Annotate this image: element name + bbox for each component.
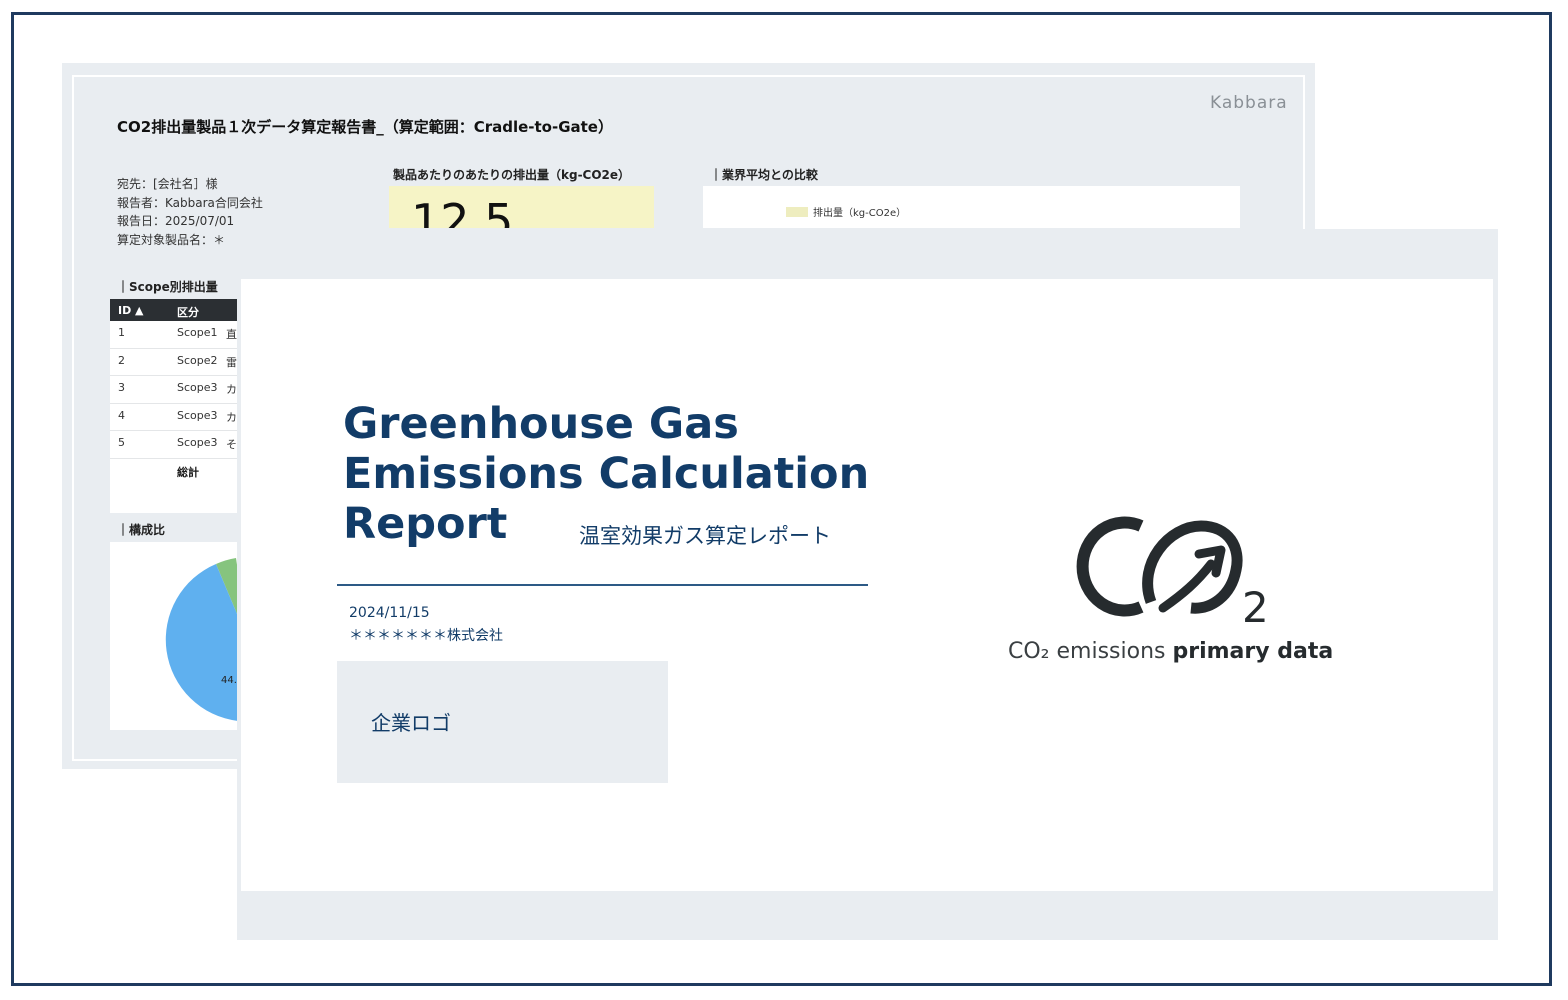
report-title: CO2排出量製品１次データ算定報告書_（算定範囲：Cradle-to-Gate） bbox=[117, 118, 613, 136]
table-header[interactable]: ID ▲ 区分 bbox=[110, 299, 238, 321]
title-divider bbox=[337, 584, 868, 586]
total-label: 総計 bbox=[177, 465, 199, 479]
cover-content: Greenhouse Gas Emissions Calculation Rep… bbox=[241, 279, 1493, 891]
table-total-row: 総計 bbox=[110, 458, 238, 485]
cell-scope: Scope3 bbox=[177, 436, 218, 450]
pie-data-label: 44. bbox=[221, 675, 237, 686]
scope-table: ID ▲ 区分 1 Scope1 直 2 Scope2 雷 3 Scope3 カ… bbox=[110, 299, 238, 513]
tagline-prefix: CO₂ emissions bbox=[1008, 639, 1173, 664]
column-header-category[interactable]: 区分 bbox=[177, 304, 199, 320]
cell-id: 4 bbox=[118, 408, 125, 422]
recipient-line: 宛先：[会社名］様 bbox=[117, 177, 218, 191]
comparison-chart: 排出量（kg-CO2e） bbox=[703, 186, 1240, 228]
composition-pie-chart: 44. bbox=[110, 542, 238, 730]
legend-swatch bbox=[786, 207, 808, 217]
company-logo-placeholder: 企業ロゴ bbox=[337, 661, 668, 783]
composition-label: ｜構成比 bbox=[117, 523, 166, 537]
cell-scope: Scope2 bbox=[177, 353, 218, 367]
brand-logo-text: Kabbara bbox=[1210, 93, 1288, 113]
cover-title-line-2: Emissions Calculation bbox=[343, 449, 870, 499]
logo-placeholder-label: 企業ロゴ bbox=[371, 711, 451, 735]
table-row: 1 Scope1 直 bbox=[110, 321, 238, 349]
cover-company: ＊＊＊＊＊＊＊株式会社 bbox=[349, 628, 503, 644]
cell-category: カ bbox=[226, 383, 237, 397]
cell-category: そ bbox=[226, 438, 237, 452]
report-date-line: 報告日：2025/07/01 bbox=[117, 214, 235, 228]
cell-category: 雷 bbox=[226, 355, 237, 369]
cell-category: カ bbox=[226, 410, 237, 424]
table-row: 4 Scope3 カ bbox=[110, 403, 238, 432]
comparison-label: ｜業界平均との比較 bbox=[710, 168, 818, 182]
cell-scope: Scope3 bbox=[177, 381, 218, 395]
cell-id: 2 bbox=[118, 353, 125, 367]
table-row: 3 Scope3 カ bbox=[110, 376, 238, 404]
kpi-label: 製品あたりのあたりの排出量（kg-CO2e） bbox=[393, 168, 631, 182]
table-row: 5 Scope3 そ bbox=[110, 431, 238, 459]
cell-id: 5 bbox=[118, 436, 125, 450]
table-row: 2 Scope2 雷 bbox=[110, 348, 238, 377]
cell-scope: Scope3 bbox=[177, 408, 218, 422]
legend-label: 排出量（kg-CO2e） bbox=[813, 208, 907, 219]
co2-letter-o bbox=[1142, 520, 1243, 614]
co2-logo-icon: 2 bbox=[1076, 516, 1269, 632]
cell-id: 3 bbox=[118, 381, 125, 395]
cover-title-japanese: 温室効果ガス算定レポート bbox=[579, 524, 831, 548]
cell-id: 1 bbox=[118, 326, 125, 339]
co2-arrow-shaft bbox=[1158, 559, 1216, 613]
cell-category: 直 bbox=[226, 328, 237, 341]
pie-svg: 44. bbox=[165, 558, 238, 721]
tagline-bold: primary data bbox=[1172, 639, 1334, 664]
reporter-line: 報告者：Kabbara合同会社 bbox=[117, 195, 263, 210]
kpi-card: 12.5 bbox=[389, 186, 654, 228]
cover-title-line-1: Greenhouse Gas bbox=[343, 399, 739, 449]
co2-subscript: 2 bbox=[1242, 583, 1269, 632]
scope-label: ｜Scope別排出量 bbox=[117, 280, 218, 294]
co2-letter-c bbox=[1076, 516, 1144, 617]
cover-page: Greenhouse Gas Emissions Calculation Rep… bbox=[237, 229, 1498, 940]
cover-date: 2024/11/15 bbox=[349, 605, 430, 621]
kpi-value: 12.5 bbox=[411, 194, 514, 228]
column-header-id[interactable]: ID ▲ bbox=[118, 304, 144, 317]
cell-scope: Scope1 bbox=[177, 326, 218, 339]
co2-tagline: CO₂ emissions primary data bbox=[1008, 639, 1333, 664]
table-footer bbox=[110, 484, 238, 513]
